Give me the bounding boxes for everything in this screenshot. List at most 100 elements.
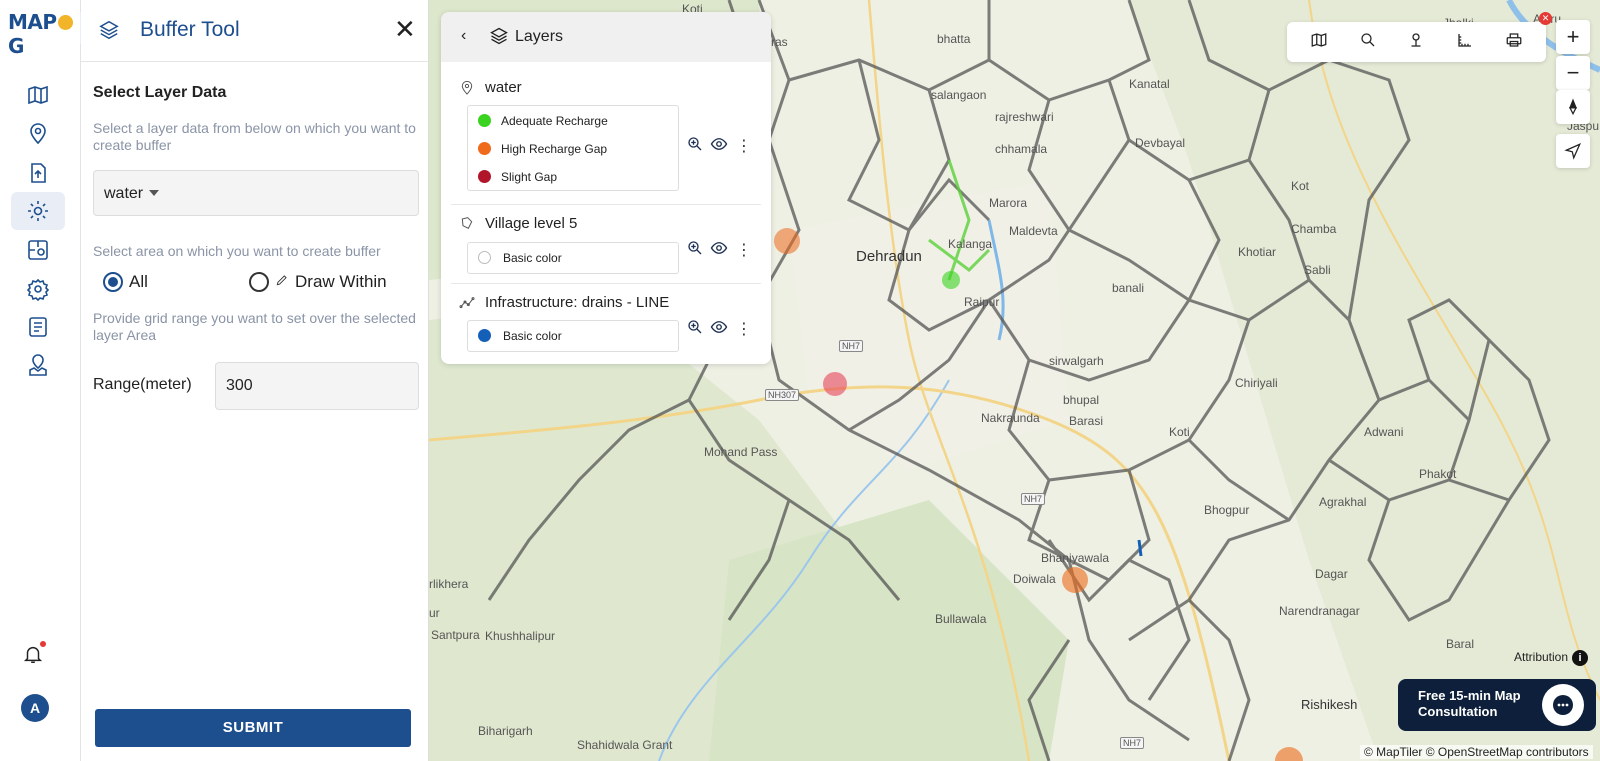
highway-shield: NH307: [765, 389, 800, 401]
place-label: Doiwala: [1013, 572, 1056, 586]
area-radio-group: All Draw Within: [103, 272, 423, 296]
compass-icon[interactable]: [1556, 90, 1590, 124]
place-label: Shahidwala Grant: [577, 738, 673, 752]
place-label: Khotiar: [1238, 245, 1277, 259]
layers-icon: [489, 26, 509, 51]
zoom-in-icon[interactable]: [686, 239, 710, 262]
legend-swatch: [478, 329, 491, 342]
area-helper-text: Select area on which you want to create …: [93, 243, 381, 259]
layers-header: ‹ Layers: [441, 12, 771, 62]
place-label: bhupal: [1063, 393, 1100, 407]
radio-checked-icon: [103, 272, 123, 292]
layer-select[interactable]: water: [93, 170, 419, 216]
highway-shield: NH7: [1021, 493, 1046, 505]
settings-icon[interactable]: [11, 270, 65, 308]
place-label: Koti: [1169, 425, 1190, 439]
print-icon[interactable]: [1505, 31, 1523, 54]
layers-icon: [98, 19, 120, 46]
pencil-icon: [275, 272, 289, 292]
chat-icon[interactable]: [1542, 684, 1584, 726]
layer-helper-text: Select a layer data from below on which …: [93, 120, 416, 153]
chevron-left-icon[interactable]: ‹: [461, 27, 466, 45]
layers-title: Layers: [515, 28, 564, 45]
place-label: rlikhera: [429, 577, 469, 591]
legend-box: Basic color: [467, 320, 679, 352]
icon-rail: MAPG A: [0, 0, 81, 761]
kebab-menu-icon[interactable]: ⋮: [736, 321, 752, 338]
basemap-icon[interactable]: [1310, 31, 1328, 54]
analysis-icon[interactable]: [11, 231, 65, 269]
panel-title: Buffer Tool: [140, 18, 240, 41]
legend-box: Basic color: [467, 242, 679, 274]
layer-item-village: Village level 5 Basic color ⋮: [441, 212, 771, 290]
search-icon[interactable]: [1359, 31, 1377, 54]
close-icon[interactable]: ✕: [394, 16, 416, 42]
place-label: rajreshwari: [995, 110, 1054, 124]
place-label: Marora: [989, 196, 1028, 210]
panel-header: Buffer Tool ✕: [81, 0, 429, 62]
place-label: Mohand Pass: [704, 445, 778, 459]
map-icon[interactable]: [11, 76, 65, 114]
map-pin-icon[interactable]: [11, 347, 65, 385]
eye-icon[interactable]: [710, 239, 734, 262]
bell-icon[interactable]: [22, 643, 44, 670]
range-input[interactable]: 300: [215, 362, 419, 410]
legend-label: High Recharge Gap: [501, 142, 608, 156]
divider: [451, 204, 761, 205]
place-label: Bullawala: [935, 612, 987, 626]
person-pin-icon[interactable]: [1407, 31, 1425, 54]
legend-swatch: [478, 170, 491, 183]
layer-item-drains: Infrastructure: drains - LINE Basic colo…: [441, 291, 771, 364]
section-title: Select Layer Data: [93, 84, 227, 101]
layer-actions: ⋮: [686, 239, 752, 262]
close-icon[interactable]: ✕: [1539, 12, 1552, 25]
notification-dot: [40, 641, 46, 647]
legend-swatch: [478, 142, 491, 155]
place-label-city: Dehradun: [856, 248, 922, 265]
range-helper-text: Provide grid range you want to set over …: [93, 310, 416, 343]
eye-icon[interactable]: [710, 135, 734, 158]
highway-shield: NH7: [1120, 737, 1145, 749]
place-label: Devbayal: [1135, 136, 1186, 150]
radio-draw-within[interactable]: Draw Within: [249, 272, 387, 292]
report-icon[interactable]: [11, 308, 65, 346]
kebab-menu-icon[interactable]: ⋮: [736, 242, 752, 259]
mapog-logo[interactable]: MAPG: [8, 10, 80, 58]
zoom-out-button[interactable]: −: [1556, 56, 1590, 90]
radio-unchecked-icon: [249, 272, 269, 292]
legend-item: Adequate Recharge: [468, 106, 678, 134]
gear-icon[interactable]: [11, 192, 65, 230]
info-icon[interactable]: i: [1572, 650, 1589, 666]
layer-item-water: water Adequate Recharge High Recharge Ga…: [441, 72, 771, 212]
place-label: Nakraunda: [981, 411, 1040, 425]
zoom-in-icon[interactable]: [686, 135, 710, 158]
zoom-in-icon[interactable]: [686, 318, 710, 341]
line-icon: [459, 294, 475, 315]
file-upload-icon[interactable]: [11, 154, 65, 192]
place-label: Chamba: [1291, 222, 1337, 236]
place-label: Barasi: [1069, 414, 1104, 428]
submit-button[interactable]: SUBMIT: [95, 709, 411, 747]
place-label: Khushhalipur: [485, 629, 556, 643]
legend-item: Basic color: [468, 321, 678, 351]
place-label: Sabli: [1304, 263, 1331, 277]
eye-icon[interactable]: [710, 318, 734, 341]
measure-icon[interactable]: [1456, 31, 1474, 54]
map-credits: © MapTiler © OpenStreetMap contributors: [1360, 745, 1593, 759]
location-pin-icon[interactable]: [11, 115, 65, 153]
radio-all[interactable]: All: [103, 272, 148, 292]
radio-all-label: All: [129, 272, 148, 291]
legend-box: Adequate Recharge High Recharge Gap Slig…: [467, 105, 679, 191]
locate-icon[interactable]: [1556, 134, 1590, 168]
legend-label: Basic color: [503, 329, 562, 343]
location-pin-icon: [459, 80, 475, 101]
consultation-banner[interactable]: Free 15-min Map Consultation: [1398, 679, 1596, 731]
place-label: Bhaniyawala: [1041, 551, 1110, 565]
zoom-in-button[interactable]: +: [1556, 20, 1590, 54]
place-label: Phakot: [1419, 467, 1457, 481]
place-label: Narendranagar: [1279, 604, 1360, 618]
place-label: Kalanga: [948, 237, 993, 251]
attribution[interactable]: Attribution i: [1514, 650, 1589, 666]
avatar[interactable]: A: [21, 694, 49, 722]
kebab-menu-icon[interactable]: ⋮: [736, 138, 752, 155]
